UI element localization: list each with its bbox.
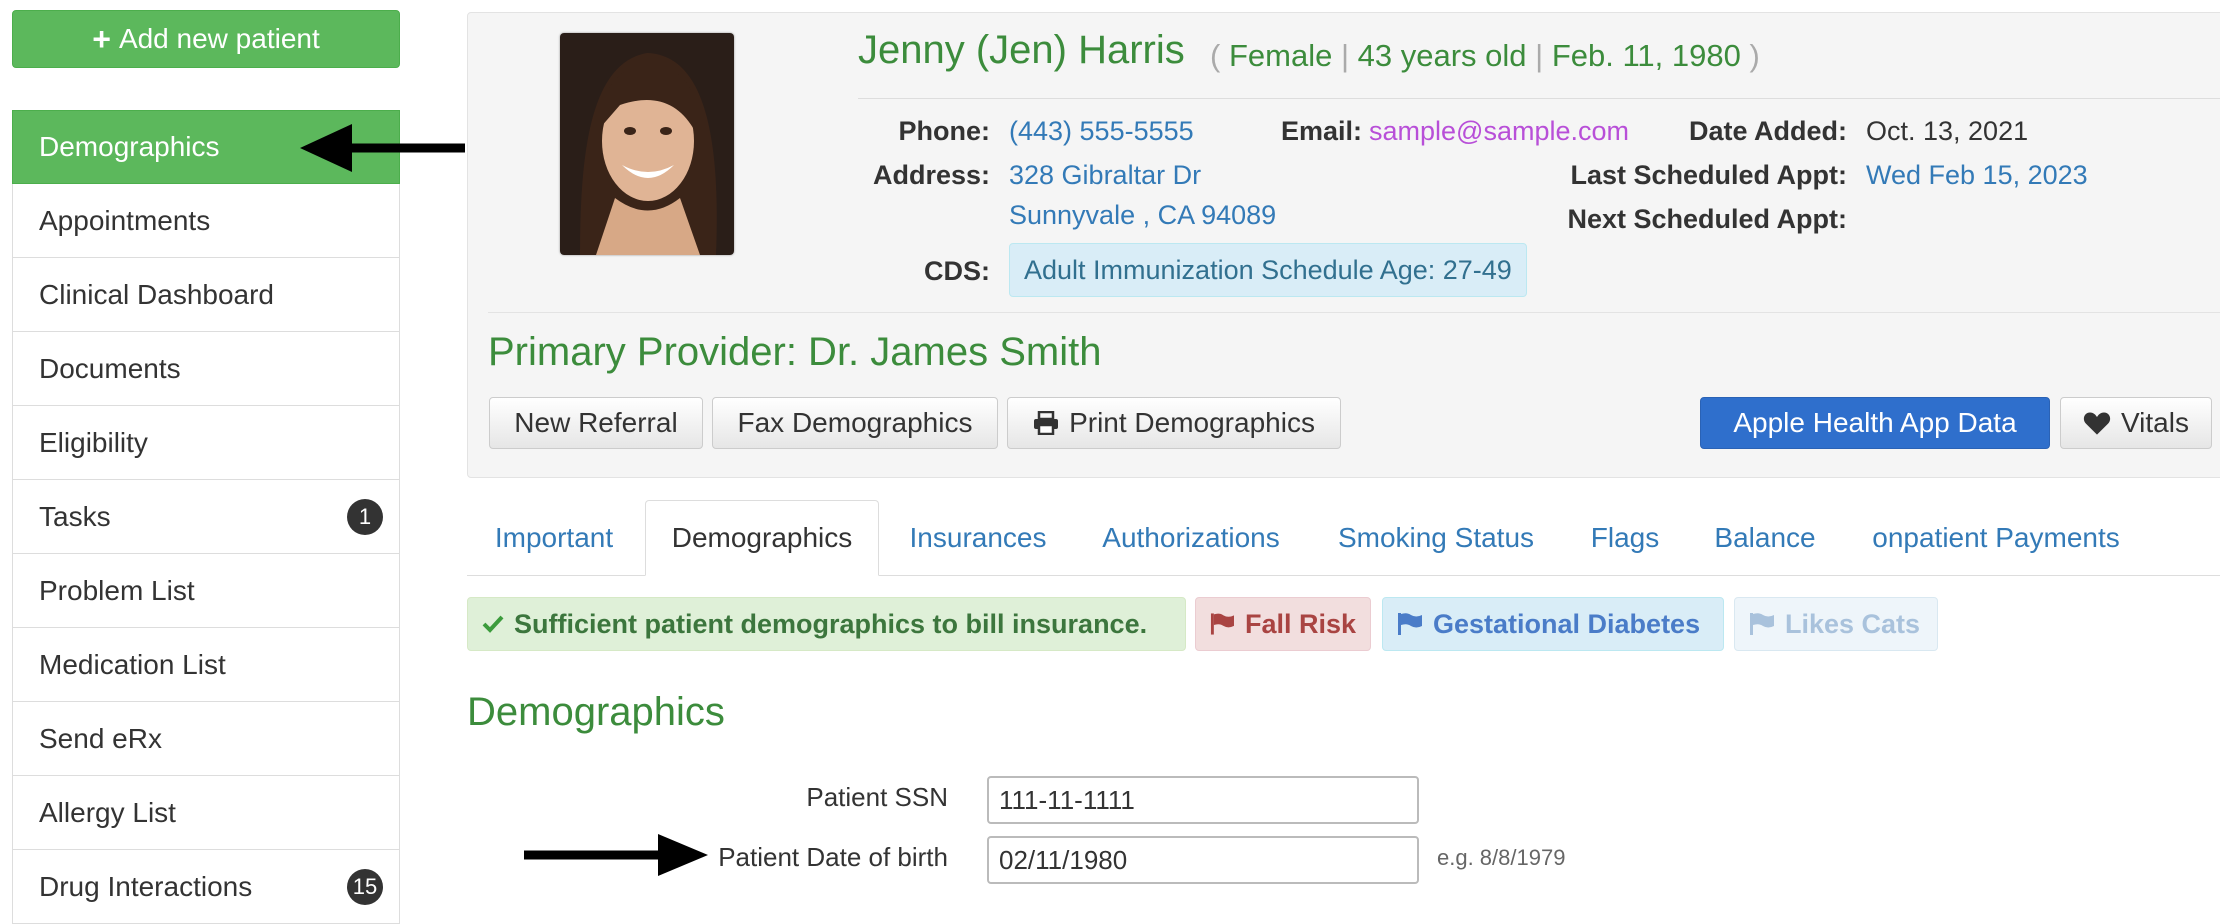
tasks-count-badge: 1: [347, 498, 383, 535]
check-icon: [482, 615, 504, 633]
patient-dob: Feb. 11, 1980: [1551, 38, 1741, 73]
apple-health-label: Apple Health App Data: [1733, 407, 2017, 438]
flag-fall-risk[interactable]: Fall Risk: [1195, 597, 1371, 651]
add-new-patient-label: Add new patient: [118, 23, 320, 54]
tab-flags[interactable]: Flags: [1572, 500, 1678, 576]
sidebar-item-send-erx[interactable]: Send eRx: [12, 702, 400, 776]
flag-likes-cats[interactable]: Likes Cats: [1734, 597, 1938, 651]
sidebar-item-eligibility[interactable]: Eligibility: [12, 406, 400, 480]
sidebar-item-medication-list[interactable]: Medication List: [12, 628, 400, 702]
primary-provider-title: Primary Provider: Dr. James Smith: [488, 330, 1102, 374]
patient-age: 43 years old: [1357, 38, 1527, 73]
vitals-button[interactable]: Vitals: [2060, 397, 2212, 449]
flag-icon: [1398, 613, 1422, 635]
apple-health-button[interactable]: Apple Health App Data: [1700, 397, 2050, 449]
sidebar-item-label: Drug Interactions: [39, 870, 253, 902]
tab-insurances[interactable]: Insurances: [884, 500, 1072, 576]
sidebar-item-appointments[interactable]: Appointments: [12, 184, 400, 258]
flag-icon: [1210, 613, 1234, 635]
patient-gender: Female: [1228, 38, 1333, 73]
sidebar-item-label: Clinical Dashboard: [39, 278, 275, 310]
patient-photo[interactable]: [560, 33, 734, 255]
print-icon: [1034, 411, 1059, 435]
address-line1-link[interactable]: 328 Gibraltar Dr: [1009, 160, 1201, 191]
tab-onpatient-payments[interactable]: onpatient Payments: [1852, 500, 2140, 576]
flag-icon: [1750, 613, 1774, 635]
sidebar-item-clinical-dashboard[interactable]: Clinical Dashboard: [12, 258, 400, 332]
patient-ssn-input[interactable]: 111-11-1111: [987, 776, 1419, 824]
patient-dob-input[interactable]: 02/11/1980: [987, 836, 1419, 884]
tab-demographics[interactable]: Demographics: [645, 500, 879, 576]
sidebar-item-tasks[interactable]: Tasks 1: [12, 480, 400, 554]
sidebar-item-label: Tasks: [39, 500, 111, 532]
sidebar-item-label: Allergy List: [39, 796, 176, 828]
print-demographics-button[interactable]: Print Demographics: [1007, 397, 1341, 449]
patient-avatar-icon: [560, 33, 734, 255]
print-demographics-label: Print Demographics: [1069, 407, 1315, 438]
sidebar-item-label: Eligibility: [39, 426, 148, 458]
new-referral-label: New Referral: [514, 407, 678, 438]
cds-label: CDS:: [924, 256, 990, 286]
new-referral-button[interactable]: New Referral: [489, 397, 703, 449]
add-new-patient-button[interactable]: + Add new patient: [12, 10, 400, 68]
patient-dob-label: Patient Date of birth: [718, 842, 948, 872]
email-link[interactable]: sample@sample.com: [1369, 116, 1629, 147]
phone-link[interactable]: (443) 555-5555: [1009, 116, 1194, 147]
provider-divider: [488, 312, 2220, 313]
date-added-label: Date Added:: [1688, 116, 1847, 146]
next-appt-label: Next Scheduled Appt:: [1567, 204, 1847, 234]
sufficient-demographics-alert: Sufficient patient demographics to bill …: [467, 597, 1186, 651]
sidebar-item-label: Problem List: [39, 574, 195, 606]
sidebar-item-label: Appointments: [39, 204, 211, 236]
flag-gestational-diabetes-label: Gestational Diabetes: [1433, 608, 1701, 639]
flag-fall-risk-label: Fall Risk: [1244, 608, 1356, 639]
tab-smoking-status[interactable]: Smoking Status: [1322, 500, 1550, 576]
fax-demographics-label: Fax Demographics: [737, 407, 973, 438]
tab-authorizations[interactable]: Authorizations: [1086, 500, 1296, 576]
dob-format-hint: e.g. 8/8/1979: [1437, 845, 1566, 870]
patient-ssn-label: Patient SSN: [806, 782, 948, 812]
sidebar-item-label: Send eRx: [39, 722, 162, 754]
cds-badge[interactable]: Adult Immunization Schedule Age: 27-49: [1009, 243, 1527, 297]
sufficient-demographics-text: Sufficient patient demographics to bill …: [514, 608, 1148, 639]
patient-summary: ( Female | 43 years old | Feb. 11, 1980 …: [1210, 38, 1760, 73]
address-line2-link[interactable]: Sunnyvale , CA 94089: [1009, 200, 1276, 231]
sidebar-item-drug-interactions[interactable]: Drug Interactions 15: [12, 850, 400, 924]
plus-icon: +: [92, 21, 111, 57]
flag-likes-cats-label: Likes Cats: [1785, 608, 1921, 639]
last-appt-label: Last Scheduled Appt:: [1570, 160, 1847, 190]
sidebar-item-label: Demographics: [39, 131, 220, 162]
arrow-left-annotation-icon: [300, 124, 465, 172]
vitals-label: Vitals: [2121, 407, 2189, 438]
flag-gestational-diabetes[interactable]: Gestational Diabetes: [1382, 597, 1724, 651]
heart-icon: [2083, 412, 2111, 435]
drug-interactions-count-badge: 15: [347, 868, 383, 905]
fax-demographics-button[interactable]: Fax Demographics: [712, 397, 998, 449]
phone-label: Phone:: [898, 116, 991, 146]
last-appt-link[interactable]: Wed Feb 15, 2023: [1866, 160, 2088, 191]
tab-important[interactable]: Important: [467, 500, 641, 576]
sidebar-item-label: Documents: [39, 352, 181, 384]
sidebar-item-allergy-list[interactable]: Allergy List: [12, 776, 400, 850]
demographics-section-title: Demographics: [467, 690, 725, 734]
tab-balance[interactable]: Balance: [1700, 500, 1830, 576]
address-label: Address:: [872, 160, 990, 190]
date-added-value: Oct. 13, 2021: [1866, 116, 2029, 146]
arrow-right-annotation-icon: [524, 834, 708, 876]
sidebar-nav: Demographics Appointments Clinical Dashb…: [12, 110, 400, 924]
header-divider: [858, 98, 2220, 99]
patient-name: Jenny (Jen) Harris: [858, 28, 1185, 72]
sidebar-item-documents[interactable]: Documents: [12, 332, 400, 406]
email-label: Email:: [1280, 116, 1362, 146]
sidebar-item-label: Medication List: [39, 648, 226, 680]
sidebar-item-problem-list[interactable]: Problem List: [12, 554, 400, 628]
